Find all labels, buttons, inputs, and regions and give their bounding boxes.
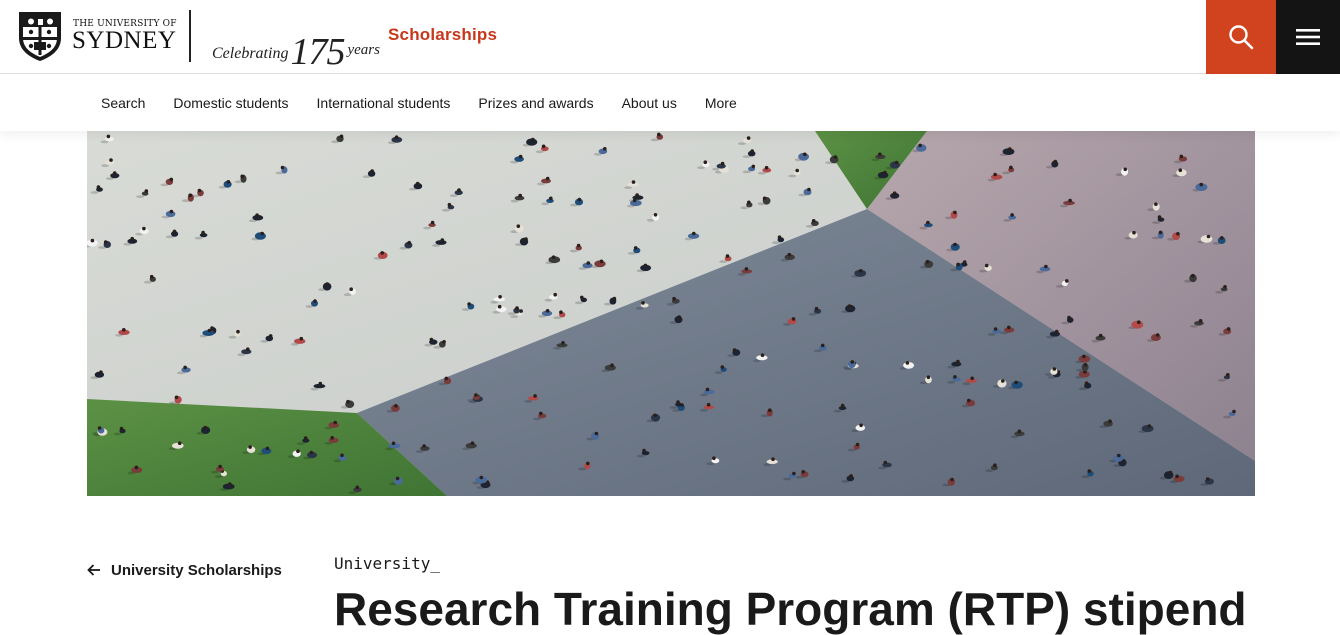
page-eyebrow: University_ xyxy=(334,554,440,573)
arrow-left-icon xyxy=(87,564,100,576)
back-link-university-scholarships[interactable]: University Scholarships xyxy=(87,559,282,581)
menu-button[interactable] xyxy=(1276,0,1340,74)
nav-item-search[interactable]: Search xyxy=(87,95,159,111)
search-button[interactable] xyxy=(1206,0,1276,74)
nav-item-international-students[interactable]: International students xyxy=(303,95,465,111)
hamburger-menu-icon xyxy=(1296,29,1320,45)
university-name-large: SYDNEY xyxy=(72,27,177,54)
nav-item-prizes-and-awards[interactable]: Prizes and awards xyxy=(464,95,607,111)
page-title: Research Training Program (RTP) stipend xyxy=(334,583,1247,635)
nav-list: Search Domestic students International s… xyxy=(87,75,751,131)
search-icon xyxy=(1229,25,1254,50)
site-header: THE UNIVERSITY OF SYDNEY Celebrating175 y… xyxy=(0,0,1340,74)
nav-item-about-us[interactable]: About us xyxy=(608,95,691,111)
nav-item-more[interactable]: More xyxy=(691,95,751,111)
university-logo[interactable]: THE UNIVERSITY OF SYDNEY xyxy=(14,10,184,64)
anniversary-badge: Celebrating175 years xyxy=(212,12,380,73)
university-crest-icon xyxy=(19,12,61,61)
hero-image xyxy=(87,131,1255,496)
anniversary-years: years xyxy=(347,42,380,58)
anniversary-celebrating: Celebrating xyxy=(212,45,289,62)
nav-item-domestic-students[interactable]: Domestic students xyxy=(159,95,302,111)
site-title-link[interactable]: Scholarships xyxy=(388,25,497,45)
main-navigation: Search Domestic students International s… xyxy=(0,75,1340,131)
back-link-label: University Scholarships xyxy=(111,561,282,579)
anniversary-number: 175 xyxy=(290,31,345,73)
header-divider xyxy=(189,10,191,62)
